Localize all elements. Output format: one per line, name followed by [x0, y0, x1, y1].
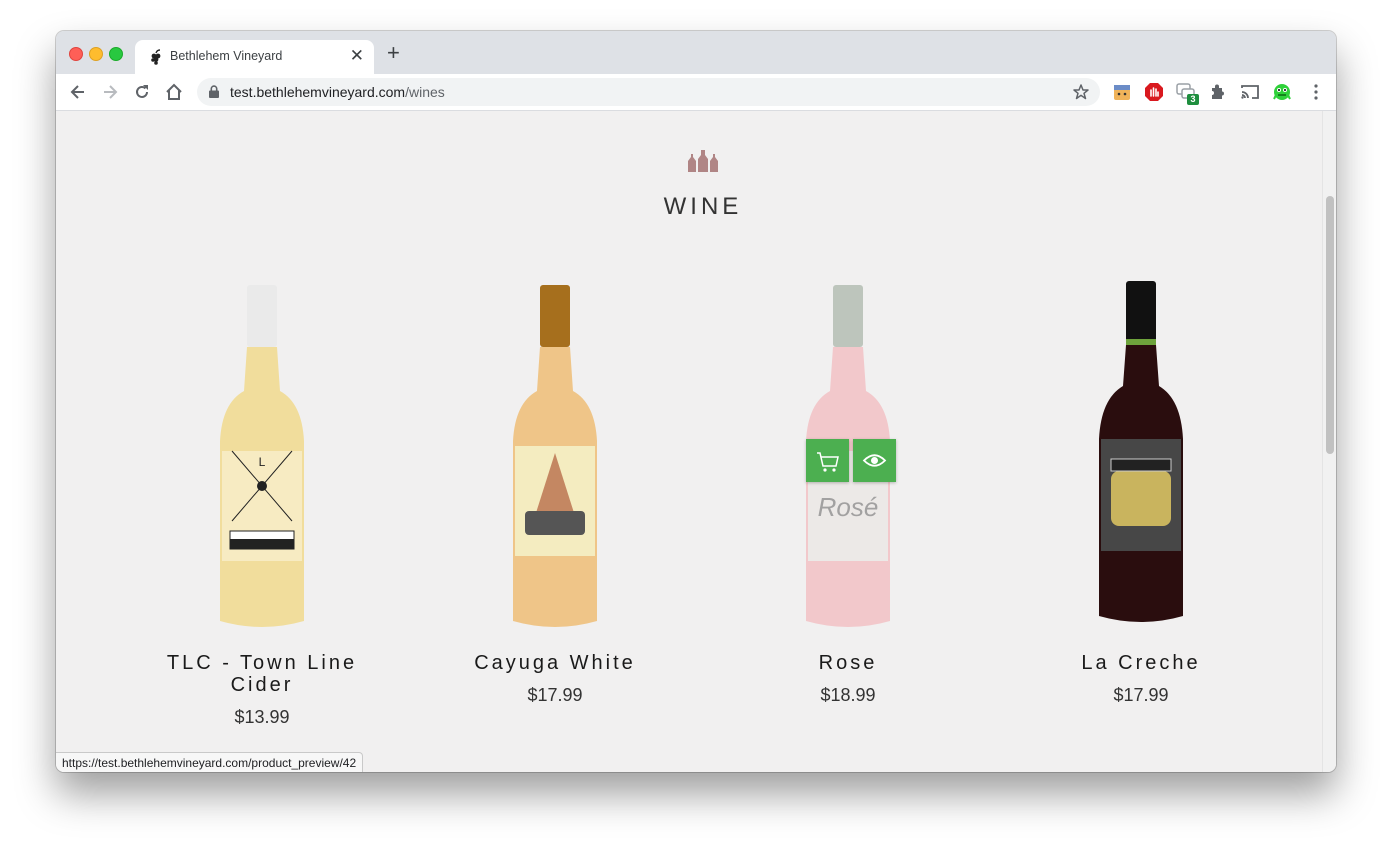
product-card[interactable]: Rosé Rose $18.99	[738, 281, 958, 706]
product-image[interactable]	[445, 281, 665, 631]
product-name[interactable]: La Creche	[1031, 652, 1251, 674]
eye-icon	[862, 454, 887, 467]
adblock-icon[interactable]	[1143, 81, 1165, 103]
page-scrollbar[interactable]	[1322, 111, 1336, 772]
product-price: $18.99	[820, 685, 876, 705]
product-name[interactable]: Rose	[738, 652, 958, 674]
tab-title: Bethlehem Vineyard	[170, 49, 283, 63]
link-status-bar: https://test.bethlehemvineyard.com/produ…	[56, 752, 364, 772]
product-price: $17.99	[1113, 685, 1169, 705]
scrollbar-thumb[interactable]	[1326, 196, 1334, 454]
forward-arrow-icon[interactable]	[100, 82, 120, 102]
tab-bar: Bethlehem Vineyard ✕ +	[56, 31, 1336, 74]
svg-text:Rosé: Rosé	[818, 492, 879, 522]
product-card[interactable]: L TLC - Town Line Cider $13.99	[152, 281, 372, 728]
product-image[interactable]: Rosé	[738, 281, 958, 631]
url-text: test.bethlehemvineyard.com/wines	[230, 84, 445, 100]
browser-menu-icon[interactable]	[1305, 81, 1327, 103]
section-title: WINE	[663, 193, 743, 220]
messages-extension-icon[interactable]: 3	[1175, 81, 1199, 105]
quick-view-button[interactable]	[853, 439, 896, 482]
product-name[interactable]: Cayuga White	[445, 652, 665, 674]
tab-close-icon[interactable]: ✕	[350, 46, 364, 66]
reload-icon[interactable]	[132, 82, 152, 102]
back-arrow-icon[interactable]	[68, 82, 88, 102]
box-extension-icon[interactable]	[1111, 81, 1133, 103]
lock-icon	[209, 85, 219, 98]
tab-bethlehem-vineyard[interactable]: Bethlehem Vineyard ✕	[135, 40, 374, 74]
product-name[interactable]: TLC - Town Line Cider	[152, 652, 372, 696]
product-card[interactable]: Cayuga White $17.99	[445, 281, 665, 706]
wine-bottles-icon	[688, 150, 718, 172]
url-host: test.bethlehemvineyard.com	[230, 84, 406, 100]
add-to-cart-button[interactable]	[806, 439, 849, 482]
green-monster-extension-icon[interactable]	[1271, 81, 1293, 103]
bookmark-star-icon[interactable]	[1072, 83, 1090, 101]
address-bar[interactable]: test.bethlehemvineyard.com/wines	[197, 78, 1100, 106]
product-card[interactable]: La Creche $17.99	[1031, 281, 1251, 706]
window-maximize-button[interactable]	[109, 47, 123, 61]
wine-bottle-image: L	[220, 285, 304, 627]
cast-icon[interactable]	[1239, 81, 1261, 103]
url-path: /wines	[405, 84, 445, 100]
window-close-button[interactable]	[69, 47, 83, 61]
wine-bottle-image	[1099, 281, 1183, 622]
window-minimize-button[interactable]	[89, 47, 103, 61]
product-price: $17.99	[527, 685, 583, 705]
wine-bottle-image	[513, 285, 597, 627]
product-image[interactable]	[1031, 281, 1251, 631]
browser-window: Bethlehem Vineyard ✕ + test.bethlehemvin…	[56, 31, 1336, 772]
grapes-icon	[151, 49, 161, 65]
product-image[interactable]: L	[152, 281, 372, 631]
browser-toolbar: test.bethlehemvineyard.com/wines 3	[56, 74, 1336, 111]
puzzle-extensions-icon[interactable]	[1207, 81, 1229, 103]
new-tab-button[interactable]: +	[387, 42, 400, 64]
svg-text:L: L	[259, 455, 266, 469]
cart-icon	[817, 452, 839, 472]
product-price: $13.99	[234, 707, 290, 727]
extension-badge: 3	[1187, 94, 1199, 105]
page-content: WINE L TLC - Town Line Cider $13.99 Cayu…	[56, 111, 1322, 772]
home-icon[interactable]	[164, 82, 184, 102]
